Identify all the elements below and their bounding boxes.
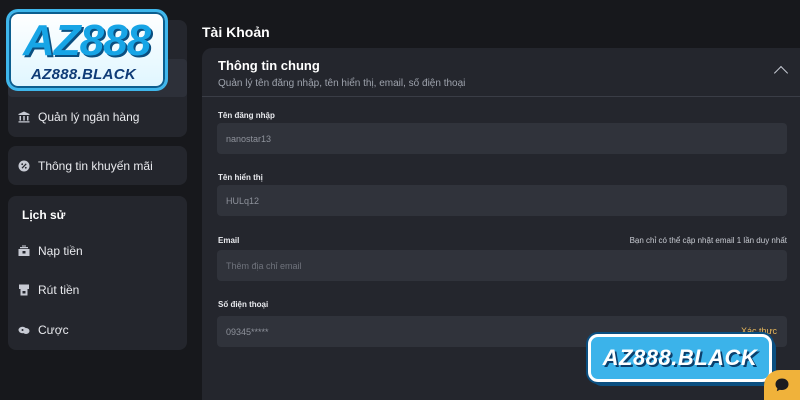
username-field[interactable] xyxy=(217,123,787,154)
sidebar-item-label: Nạp tiền xyxy=(38,244,83,258)
sidebar-item-bank[interactable]: Quản lý ngân hàng xyxy=(18,106,179,128)
sidebar-item-label: Thông tin khuyến mãi xyxy=(38,159,153,173)
section-title: Thông tin chung xyxy=(218,58,320,73)
section-subtitle: Quản lý tên đăng nhập, tên hiển thị, ema… xyxy=(218,78,466,89)
history-heading: Lịch sử xyxy=(22,208,66,222)
sidebar-item-bets[interactable]: Cược xyxy=(18,319,179,341)
watermark-text: AZ888.BLACK xyxy=(602,345,758,370)
deposit-icon xyxy=(18,245,30,256)
gift-icon xyxy=(18,160,30,172)
phone-label: Số điện thoại xyxy=(218,300,269,309)
email-input[interactable] xyxy=(226,260,787,271)
live-chat-button[interactable] xyxy=(764,370,800,400)
username-label: Tên đăng nhập xyxy=(218,111,275,120)
sidebar-item-label: Cược xyxy=(38,323,69,337)
sidebar-promo-card: Thông tin khuyến mãi xyxy=(8,146,187,185)
chat-icon xyxy=(775,378,789,392)
sidebar-item-withdraw[interactable]: Rút tiền xyxy=(18,279,179,301)
logo-domain: AZ888.BLACK xyxy=(31,66,136,83)
bank-icon xyxy=(18,111,30,123)
sidebar-item-label: Quản lý ngân hàng xyxy=(38,110,140,124)
page-title: Tài Khoản xyxy=(202,24,270,40)
brand-logo[interactable]: AZ888 AZ888.BLACK xyxy=(6,9,168,91)
logo-wordmark: AZ888 xyxy=(23,16,151,65)
username-input[interactable] xyxy=(226,133,787,144)
withdraw-icon xyxy=(19,284,29,296)
email-label: Email xyxy=(218,236,240,245)
watermark-badge: AZ888.BLACK xyxy=(588,334,772,382)
sidebar-item-label: Rút tiền xyxy=(38,283,80,297)
email-note: Bạn chỉ có thể cập nhật email 1 lần duy … xyxy=(629,236,787,245)
chevron-up-icon[interactable] xyxy=(773,65,789,81)
display-name-field[interactable] xyxy=(217,185,787,216)
display-name-input[interactable] xyxy=(226,195,787,206)
sidebar-item-deposit[interactable]: Nạp tiền xyxy=(18,240,179,262)
sidebar-item-promotions[interactable]: Thông tin khuyến mãi xyxy=(18,155,179,177)
general-info-header[interactable]: Thông tin chung Quản lý tên đăng nhập, t… xyxy=(202,48,800,97)
bet-icon xyxy=(18,326,30,334)
email-field[interactable] xyxy=(217,250,787,281)
display-name-label: Tên hiển thị xyxy=(218,173,263,182)
sidebar-history-card: Lịch sử Nạp tiền Rút tiền Cược xyxy=(8,196,187,350)
